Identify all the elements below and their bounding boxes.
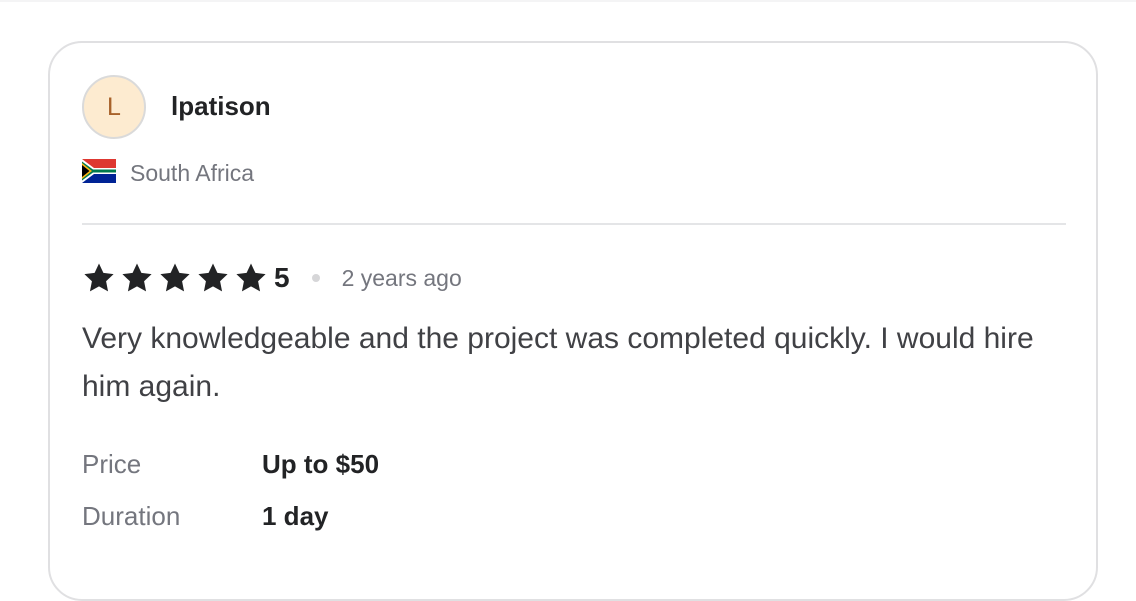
star-icon xyxy=(84,263,114,292)
rating-value: 5 xyxy=(274,262,290,293)
price-label: Price xyxy=(82,448,142,479)
price-row: Price Up to $50 xyxy=(82,446,379,482)
star-rating xyxy=(82,261,268,295)
rating-row: 5 2 years ago xyxy=(82,258,462,298)
star-icon xyxy=(236,263,266,292)
avatar[interactable]: L xyxy=(82,75,146,139)
divider xyxy=(82,223,1066,225)
star-icon xyxy=(122,263,152,292)
review-card: L lpatison South Africa 5 2 years ago Ve… xyxy=(48,41,1098,601)
star-icon xyxy=(160,263,190,292)
separator-dot xyxy=(311,274,320,282)
south-africa-flag-icon xyxy=(82,159,116,183)
top-rule xyxy=(0,0,1136,2)
duration-label: Duration xyxy=(82,500,181,531)
review-text: Very knowledgeable and the project was c… xyxy=(82,322,1034,403)
star-icon xyxy=(198,263,228,292)
reviewer-country: South Africa xyxy=(130,160,255,186)
review-time-ago: 2 years ago xyxy=(341,264,462,291)
price-value: Up to $50 xyxy=(262,448,380,479)
duration-row: Duration 1 day xyxy=(82,498,329,534)
avatar-initial: L xyxy=(107,92,121,121)
reviewer-username[interactable]: lpatison xyxy=(171,91,271,121)
duration-value: 1 day xyxy=(262,500,329,531)
